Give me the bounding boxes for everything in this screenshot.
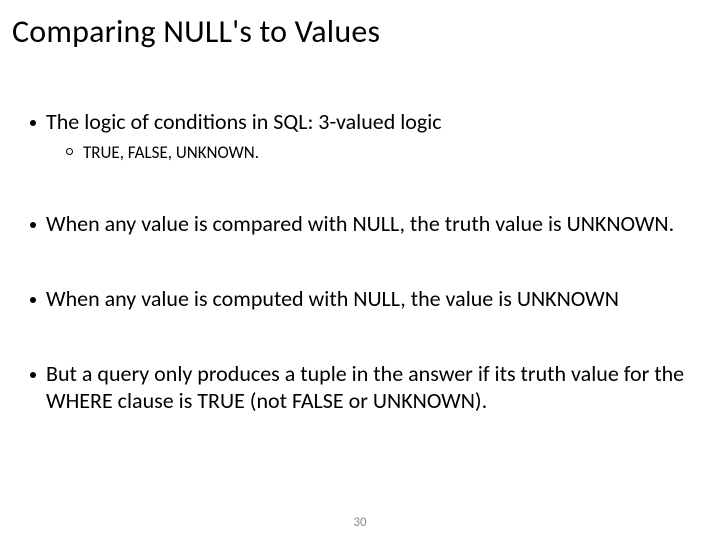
slide-content: The logic of conditions in SQL: 3-valued… <box>28 109 692 414</box>
bullet-text: But a query only produces a tuple in the… <box>46 361 692 415</box>
bullet-dot-icon <box>30 222 36 228</box>
bullet-dot-icon <box>30 297 36 303</box>
bullet-item: When any value is computed with NULL, th… <box>30 286 692 313</box>
bullet-text: The logic of conditions in SQL: 3-valued… <box>46 109 692 136</box>
bullet-text: When any value is compared with NULL, th… <box>46 211 692 238</box>
bullet-circle-icon <box>66 148 73 155</box>
bullet-item: But a query only produces a tuple in the… <box>30 361 692 415</box>
slide: Comparing NULL's to Values The logic of … <box>0 0 720 540</box>
bullet-item: The logic of conditions in SQL: 3-valued… <box>30 109 692 136</box>
bullet-text: When any value is computed with NULL, th… <box>46 286 692 313</box>
bullet-dot-icon <box>30 372 36 378</box>
bullet-dot-icon <box>30 120 36 126</box>
bullet-item: When any value is compared with NULL, th… <box>30 211 692 238</box>
page-number: 30 <box>0 515 720 530</box>
sub-bullet-item: TRUE, FALSE, UNKNOWN. <box>66 142 692 163</box>
slide-title: Comparing NULL's to Values <box>12 12 692 51</box>
sub-bullet-text: TRUE, FALSE, UNKNOWN. <box>83 142 692 163</box>
